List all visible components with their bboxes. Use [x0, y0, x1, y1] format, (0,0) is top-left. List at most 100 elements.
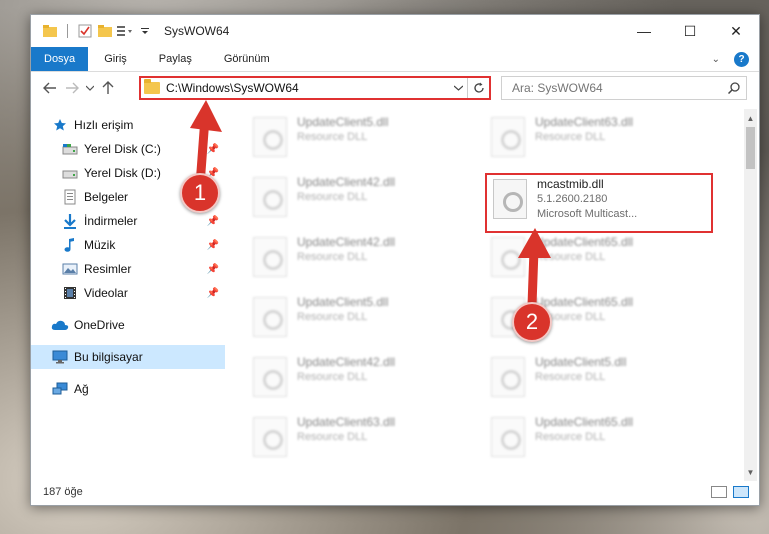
scrollbar-thumb[interactable] — [746, 127, 755, 169]
folder-icon[interactable] — [41, 22, 59, 40]
dll-file-icon — [253, 177, 287, 217]
sidebar-item-onedrive[interactable]: OneDrive — [31, 313, 225, 337]
up-button[interactable] — [97, 77, 119, 99]
minimize-button[interactable]: — — [621, 15, 667, 47]
tab-file[interactable]: Dosya — [31, 47, 89, 71]
details-view-icon[interactable] — [711, 486, 727, 498]
dll-file-icon — [253, 297, 287, 337]
maximize-button[interactable]: ☐ — [667, 15, 713, 47]
search-icon[interactable] — [722, 82, 746, 94]
back-button[interactable] — [39, 77, 61, 99]
sidebar-item-music[interactable]: Müzik 📌 — [31, 233, 225, 257]
tab-share[interactable]: Paylaş — [143, 47, 208, 71]
close-button[interactable]: ✕ — [713, 15, 759, 47]
address-path[interactable]: C:\Windows\SysWOW64 — [166, 81, 449, 95]
search-box[interactable] — [501, 76, 747, 100]
file-tile[interactable]: UpdateClient5.dll Resource DLL — [491, 355, 721, 407]
refresh-button[interactable] — [467, 78, 489, 98]
sidebar-item-videos[interactable]: Videolar 📌 — [31, 281, 225, 305]
ribbon-tabs: Dosya Giriş Paylaş Görünüm ⌄ ? — [31, 47, 759, 72]
file-tile[interactable]: UpdateClient63.dll Resource DLL — [253, 415, 483, 467]
sidebar-item-label: Videolar — [84, 286, 128, 300]
drive-icon — [61, 141, 79, 157]
navigation-bar: C:\Windows\SysWOW64 — [31, 73, 759, 103]
file-tile[interactable]: UpdateClient63.dll Resource DLL — [491, 115, 721, 167]
file-description: Resource DLL — [535, 131, 606, 143]
recent-locations-button[interactable] — [83, 77, 97, 99]
tiles-view-icon[interactable] — [733, 486, 749, 498]
drive-icon — [61, 165, 79, 181]
file-name: mcastmib.dll — [537, 177, 604, 191]
file-description: Resource DLL — [297, 371, 368, 383]
pin-icon[interactable]: 📌 — [207, 240, 219, 251]
scroll-up-icon[interactable]: ▲ — [744, 111, 757, 125]
expand-ribbon-icon[interactable]: ⌄ — [712, 54, 720, 65]
dll-file-icon — [491, 417, 525, 457]
file-description: Resource DLL — [297, 311, 368, 323]
file-name: UpdateClient65.dll — [535, 235, 634, 249]
sidebar-item-drive-c[interactable]: Yerel Disk (C:) 📌 — [31, 137, 225, 161]
pin-icon[interactable]: 📌 — [207, 216, 219, 227]
file-name: UpdateClient5.dll — [297, 115, 389, 129]
sidebar-item-label: İndirmeler — [84, 214, 138, 228]
sidebar-item-label: Hızlı erişim — [74, 118, 134, 132]
file-tile[interactable]: UpdateClient42.dll Resource DLL — [253, 235, 483, 287]
file-tile[interactable]: UpdateClient5.dll Resource DLL — [253, 115, 483, 167]
sidebar-item-label: OneDrive — [74, 318, 125, 332]
file-tile[interactable]: UpdateClient5.dll Resource DLL — [253, 295, 483, 347]
dll-file-icon — [491, 357, 525, 397]
sidebar-item-label: Bu bilgisayar — [74, 350, 143, 364]
download-icon — [61, 213, 79, 229]
tab-view[interactable]: Görünüm — [208, 47, 286, 71]
file-tile[interactable]: UpdateClient42.dll Resource DLL — [253, 175, 483, 227]
ribbon-right: ⌄ ? — [712, 47, 759, 71]
pin-icon[interactable]: 📌 — [207, 288, 219, 299]
dropdown-icon[interactable] — [136, 22, 154, 40]
computer-icon — [51, 349, 69, 365]
sidebar-item-label: Ağ — [74, 382, 89, 396]
scroll-down-icon[interactable]: ▼ — [744, 465, 757, 479]
forward-button[interactable] — [61, 77, 83, 99]
sidebar-item-pictures[interactable]: Resimler 📌 — [31, 257, 225, 281]
file-name: UpdateClient5.dll — [297, 295, 389, 309]
file-tile[interactable]: UpdateClient42.dll Resource DLL — [253, 355, 483, 407]
customize-toolbar-icon[interactable] — [116, 22, 134, 40]
properties-icon[interactable] — [76, 22, 94, 40]
file-name: UpdateClient42.dll — [297, 175, 396, 189]
pictures-icon — [61, 261, 79, 277]
dll-file-icon — [491, 117, 525, 157]
address-bar[interactable]: C:\Windows\SysWOW64 — [139, 76, 491, 100]
step-badge-1: 1 — [180, 173, 220, 213]
tab-home[interactable]: Giriş — [88, 47, 143, 71]
pin-icon[interactable]: 📌 — [207, 264, 219, 275]
file-description: Resource DLL — [297, 251, 368, 263]
file-description: Resource DLL — [535, 431, 606, 443]
search-input[interactable] — [512, 81, 722, 95]
dll-file-icon — [253, 417, 287, 457]
help-icon[interactable]: ? — [734, 51, 749, 67]
sidebar-item-label: Müzik — [84, 238, 116, 252]
dll-file-icon — [253, 237, 287, 277]
new-folder-icon[interactable] — [96, 22, 114, 40]
pin-icon[interactable]: 📌 — [207, 144, 219, 155]
window-controls: — ☐ ✕ — [621, 15, 759, 47]
documents-icon — [61, 189, 79, 205]
star-icon — [51, 117, 69, 133]
sidebar-item-network[interactable]: Ağ — [31, 377, 225, 401]
file-name: UpdateClient5.dll — [535, 355, 627, 369]
chevron-down-icon[interactable] — [449, 85, 467, 91]
sidebar-item-this-pc[interactable]: Bu bilgisayar — [31, 345, 225, 369]
vertical-scrollbar[interactable]: ▲ ▼ — [744, 109, 757, 481]
sidebar-item-quick-access[interactable]: Hızlı erişim — [31, 113, 225, 137]
file-tile[interactable]: UpdateClient65.dll Resource DLL — [491, 415, 721, 467]
file-tile[interactable]: UpdateClient65.dll Resource DLL — [491, 235, 721, 287]
status-bar: 187 öğe — [31, 479, 759, 505]
file-tile-mcastmib[interactable]: mcastmib.dll 5.1.2600.2180 Microsoft Multi… — [485, 173, 713, 233]
folder-icon — [144, 79, 160, 94]
file-name: UpdateClient42.dll — [297, 355, 396, 369]
sidebar-item-label: Yerel Disk (D:) — [84, 166, 161, 180]
dll-file-icon — [253, 117, 287, 157]
file-description: Resource DLL — [297, 131, 368, 143]
music-icon — [61, 237, 79, 253]
divider — [67, 24, 68, 38]
